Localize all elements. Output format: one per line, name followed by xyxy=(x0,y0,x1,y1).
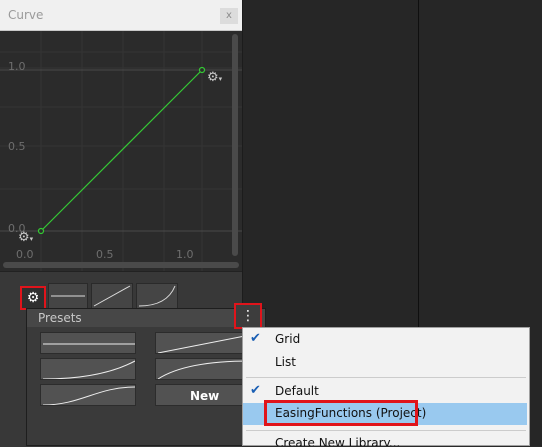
preset-item[interactable] xyxy=(40,384,136,406)
preset-item[interactable] xyxy=(155,332,251,354)
vertical-scrollbar[interactable] xyxy=(232,34,238,256)
curve-key-start[interactable] xyxy=(37,227,45,235)
menu-item-list[interactable]: List xyxy=(243,352,527,374)
menu-separator xyxy=(246,377,526,378)
y-axis-label-1: 1.0 xyxy=(8,60,26,73)
highlight-box xyxy=(264,400,418,426)
preset-thumbnail-easein[interactable] xyxy=(136,283,178,309)
x-axis-label-3: 1.0 xyxy=(176,248,194,261)
curve-key-end[interactable] xyxy=(198,66,206,74)
new-preset-label: New xyxy=(190,389,220,403)
close-button[interactable]: x xyxy=(220,8,238,24)
menu-item-create-library[interactable]: Create New Library... xyxy=(243,433,527,446)
presets-title: Presets xyxy=(38,311,82,325)
panel-divider xyxy=(418,0,419,330)
horizontal-scrollbar[interactable] xyxy=(3,262,239,268)
curve-grid xyxy=(0,31,242,271)
menu-separator xyxy=(246,430,526,431)
more-vertical-icon: ⋮ xyxy=(241,308,255,324)
window-title: Curve xyxy=(8,8,44,22)
preset-thumbnail-ramp[interactable] xyxy=(91,283,133,309)
preset-thumbnail-linear[interactable] xyxy=(48,283,88,309)
gear-icon[interactable]: ⚙▾ xyxy=(18,230,33,245)
preset-item[interactable] xyxy=(40,332,136,354)
preset-item[interactable] xyxy=(155,358,251,380)
gear-icon: ⚙ xyxy=(26,290,40,306)
curve-line[interactable] xyxy=(40,69,203,232)
preset-item[interactable] xyxy=(40,358,136,380)
preset-settings-button[interactable]: ⚙ xyxy=(20,286,46,310)
x-axis-label-1: 0.0 xyxy=(16,248,34,261)
y-axis-label-2: 0.5 xyxy=(8,140,26,153)
presets-menu-button[interactable]: ⋮ xyxy=(234,303,262,329)
check-icon: ✔ xyxy=(250,331,261,346)
gear-icon[interactable]: ⚙▾ xyxy=(207,70,222,85)
x-axis-label-2: 0.5 xyxy=(96,248,114,261)
menu-item-grid[interactable]: ✔ Grid xyxy=(243,329,527,351)
check-icon: ✔ xyxy=(250,383,261,398)
